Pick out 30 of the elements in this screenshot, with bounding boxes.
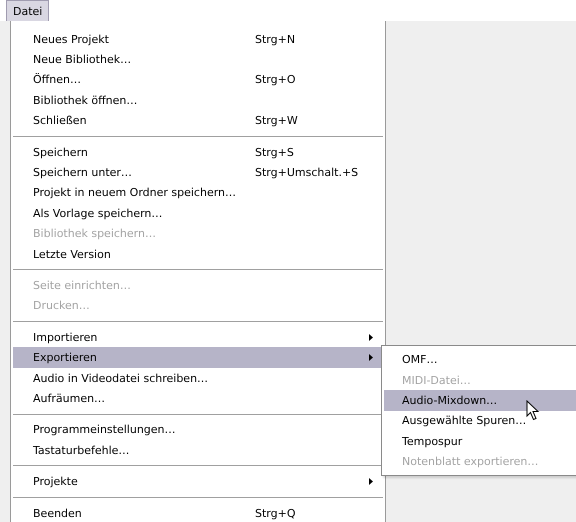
menu-item[interactable]: Exportieren bbox=[13, 347, 383, 368]
menu-item[interactable]: Letzte Version bbox=[13, 244, 383, 264]
shortcut-text: Strg+Q bbox=[255, 506, 296, 520]
menu-item[interactable]: Speichern Strg+S bbox=[13, 142, 383, 162]
shortcut-text: Strg+N bbox=[255, 32, 296, 46]
menu-item[interactable]: Programmeinstellungen… bbox=[13, 420, 383, 440]
menu-item[interactable]: Bibliothek öffnen… bbox=[13, 90, 383, 111]
menu-title[interactable]: Datei bbox=[6, 0, 50, 21]
menu-item[interactable]: Projekte bbox=[13, 471, 383, 492]
menu-item[interactable]: Tempospur bbox=[384, 431, 576, 452]
shortcut-text: Strg+O bbox=[255, 73, 296, 86]
menu-item[interactable]: Als Vorlage speichern… bbox=[13, 203, 383, 224]
shortcut-text: Strg+Umschalt.+S bbox=[255, 166, 358, 180]
menu-item[interactable]: Öffnen… Strg+O bbox=[13, 70, 383, 90]
menu-item[interactable]: Importieren bbox=[13, 327, 383, 348]
menu-item[interactable]: Beenden Strg+Q bbox=[13, 502, 383, 522]
menu-item[interactable]: Projekt in neuem Ordner speichern… bbox=[13, 182, 383, 204]
menu-item[interactable]: Neues Projekt Strg+N bbox=[13, 29, 383, 50]
menu-item[interactable]: Speichern unter… Strg+Umschalt.+S bbox=[13, 162, 383, 183]
menu-item[interactable]: Tastaturbefehle… bbox=[13, 440, 383, 460]
menu-item[interactable]: OMF… bbox=[384, 349, 576, 370]
menu-item[interactable]: Neue Bibliothek… bbox=[13, 49, 383, 70]
menu-item[interactable]: Ausgewählte Spuren… bbox=[384, 410, 576, 432]
shortcut-text: Strg+S bbox=[255, 146, 294, 159]
shortcut-text: Strg+W bbox=[255, 114, 298, 128]
menu-item[interactable]: Aufräumen… bbox=[13, 388, 383, 409]
menu-item[interactable]: Schließen Strg+W bbox=[13, 110, 383, 131]
mouse-pointer-icon bbox=[526, 400, 540, 422]
menu-item[interactable]: Audio in Videodatei schreiben… bbox=[13, 368, 383, 388]
menu-item[interactable]: Audio-Mixdown… bbox=[384, 390, 576, 411]
